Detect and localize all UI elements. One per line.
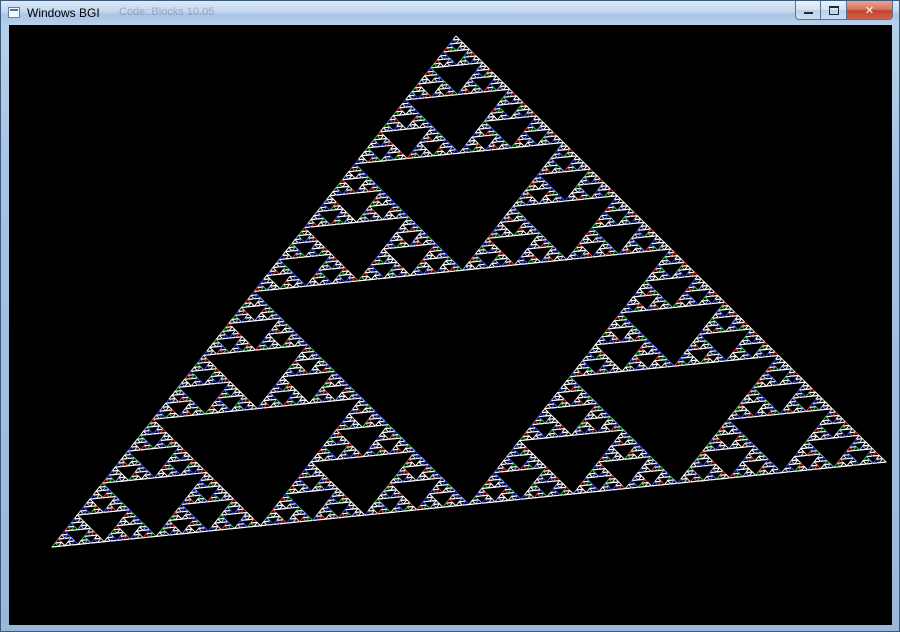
- minimize-icon: [803, 12, 813, 14]
- minimize-button[interactable]: [795, 1, 821, 20]
- close-button[interactable]: ✕: [847, 1, 893, 20]
- app-window: Windows BGI Code::Blocks 10.05 ✕: [0, 0, 900, 632]
- graphics-canvas[interactable]: [9, 25, 892, 625]
- maximize-button[interactable]: [821, 1, 847, 20]
- window-app-icon[interactable]: [8, 7, 20, 18]
- maximize-icon: [828, 5, 839, 15]
- close-icon: ✕: [864, 3, 875, 17]
- sierpinski-fractal: [50, 35, 888, 548]
- title-bar[interactable]: Windows BGI Code::Blocks 10.05 ✕: [1, 1, 899, 25]
- window-controls: ✕: [795, 1, 893, 21]
- window-title: Windows BGI: [27, 6, 100, 20]
- background-window-title: Code::Blocks 10.05: [119, 6, 215, 18]
